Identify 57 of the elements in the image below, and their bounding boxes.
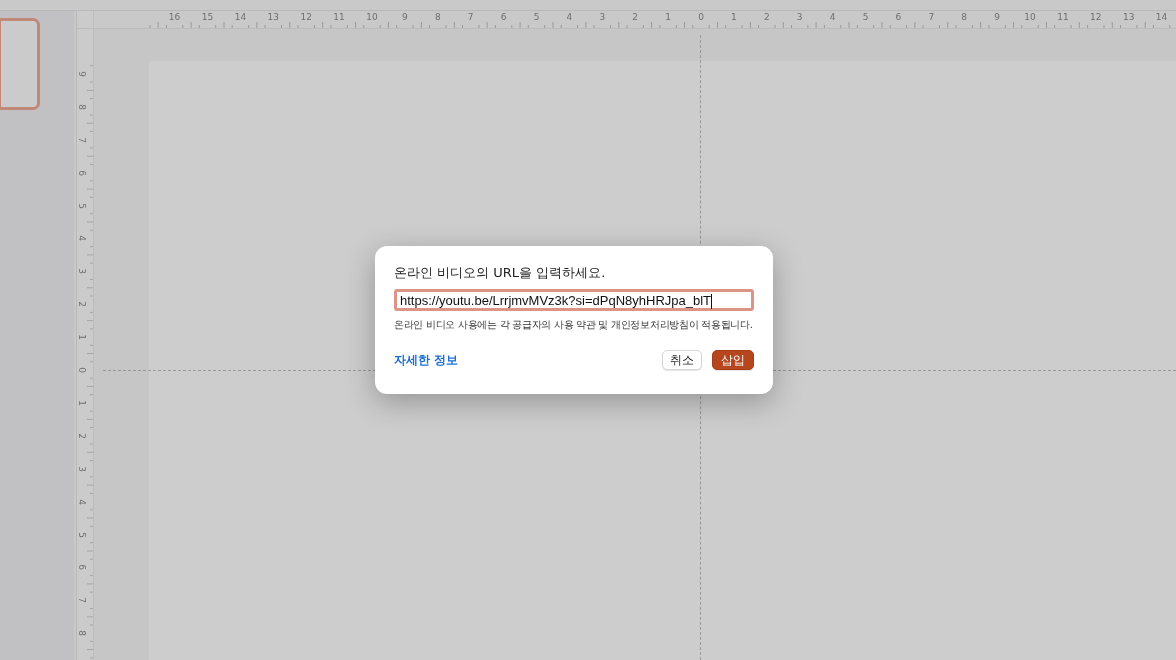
ruler-label: 2 xyxy=(632,12,639,22)
text-cursor xyxy=(711,294,713,310)
ruler-label: 5 xyxy=(77,202,87,209)
ruler-label: 8 xyxy=(77,630,87,637)
ruler-label: 8 xyxy=(77,103,87,110)
ruler-label: 7 xyxy=(77,597,87,604)
ruler-label: 4 xyxy=(829,12,836,22)
ruler-label: 8 xyxy=(434,12,441,22)
ruler-label: 6 xyxy=(77,169,87,176)
ruler-label: 1 xyxy=(731,12,737,22)
ruler-label: 10 xyxy=(366,12,378,22)
ruler-label: 1 xyxy=(77,400,87,406)
url-field[interactable]: https://youtu.be/LrrjmvMVz3k?si=dPqN8yhHRJpa_blT xyxy=(394,289,754,311)
more-info-link[interactable]: 자세한 정보 xyxy=(394,351,459,369)
ruler-label: 3 xyxy=(77,268,87,275)
ruler-label: 11 xyxy=(1057,12,1069,22)
slide-thumbnail[interactable] xyxy=(0,18,40,110)
ruler-label: 2 xyxy=(763,12,770,22)
ruler-label: 0 xyxy=(77,367,87,373)
ruler-label: 7 xyxy=(928,12,935,22)
ruler-label: 4 xyxy=(566,12,573,22)
ruler-label: 14 xyxy=(234,12,247,22)
insert-button[interactable]: 삽입 xyxy=(712,350,754,370)
ruler-label: 12 xyxy=(1090,12,1102,22)
ruler-label: 3 xyxy=(796,12,803,22)
ruler-label: 4 xyxy=(77,498,87,505)
ruler-label: 16 xyxy=(168,12,181,22)
terms-note: 온라인 비디오 사용에는 각 공급자의 사용 약관 및 개인정보처리방침이 적용됩니다. xyxy=(394,318,754,332)
ruler-label: 3 xyxy=(599,12,606,22)
ruler-label: 9 xyxy=(994,12,1000,22)
ruler-label: 10 xyxy=(1024,12,1036,22)
ruler-label: 7 xyxy=(77,136,87,143)
ruler-label: 12 xyxy=(300,12,312,22)
ruler-label: 5 xyxy=(77,531,87,538)
ruler-label: 1 xyxy=(77,334,87,340)
ruler-label: 13 xyxy=(267,12,279,22)
ruler-label: 2 xyxy=(77,432,87,439)
ruler-label: 1 xyxy=(665,12,671,22)
ruler-label: 9 xyxy=(402,12,408,22)
ruler-label: 2 xyxy=(77,301,87,308)
ruler-label: 15 xyxy=(201,12,214,22)
ruler-label: 8 xyxy=(961,12,968,22)
ruler-label: 6 xyxy=(77,564,87,571)
ruler-label: 6 xyxy=(500,12,507,22)
cancel-button[interactable]: 취소 xyxy=(662,350,702,370)
ruler-label: 9 xyxy=(77,71,87,77)
ruler-label: 3 xyxy=(77,465,87,472)
ruler-label: 7 xyxy=(467,12,474,22)
ruler-label: 4 xyxy=(77,235,87,242)
ruler-label: 13 xyxy=(1122,12,1135,22)
ruler-label: 11 xyxy=(333,12,345,22)
ruler-label: 14 xyxy=(1155,12,1168,22)
ruler-label: 5 xyxy=(862,12,869,22)
ruler-label: 5 xyxy=(533,12,540,22)
ruler-label: 0 xyxy=(698,12,704,22)
dialog-prompt: 온라인 비디오의 URL을 입력하세요. xyxy=(394,264,607,282)
ruler-label: 6 xyxy=(895,12,902,22)
